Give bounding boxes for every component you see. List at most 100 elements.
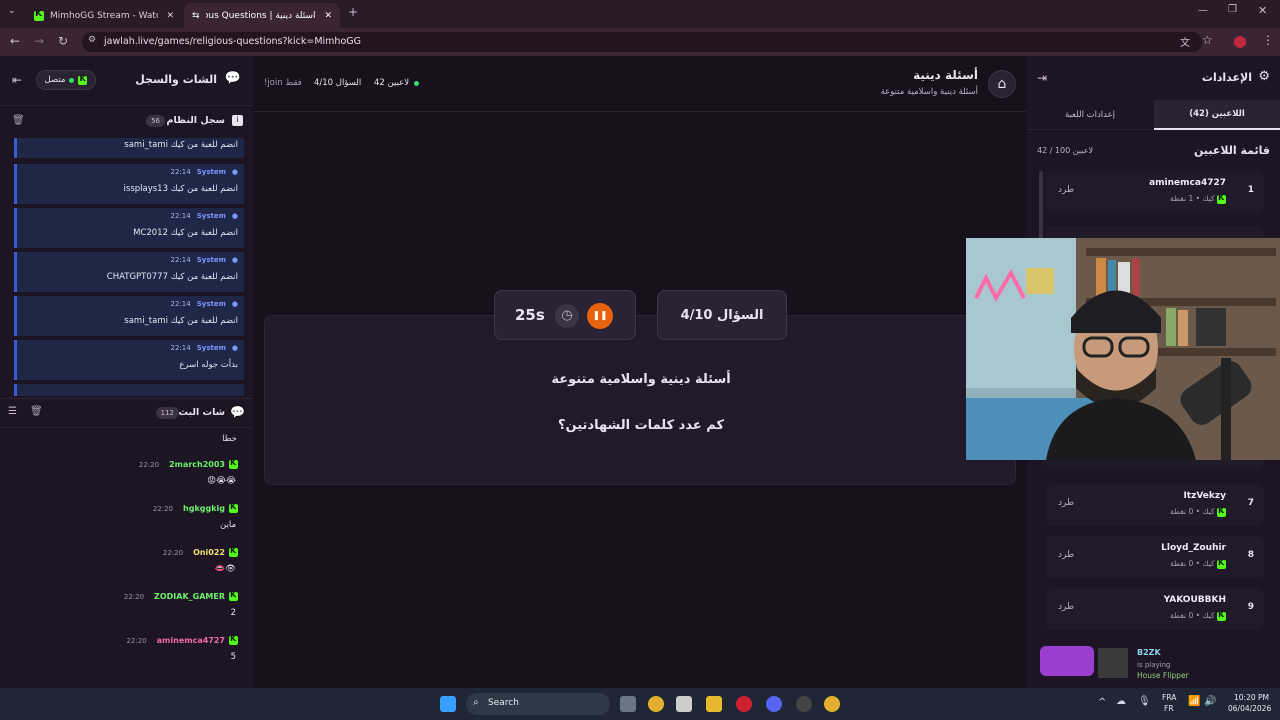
new-tab-icon[interactable]: +	[348, 5, 358, 19]
app-icon[interactable]	[796, 696, 812, 712]
app-icon[interactable]	[676, 696, 692, 712]
taskbar: ⌕ Search ^ ☁ 🎙 FRA FR 📶 🔊 10:20 PM 06/04…	[0, 688, 1280, 720]
tab-close-icon[interactable]: ✕	[166, 11, 174, 21]
player-meta: كيك • 0 نقطة	[1170, 506, 1226, 517]
forward-icon[interactable]: →	[34, 34, 44, 48]
close-window-icon[interactable]: ✕	[1258, 4, 1267, 17]
tab-close-icon[interactable]: ✕	[324, 11, 332, 21]
join-note: !join فقط	[264, 78, 302, 88]
log-user: System	[196, 256, 226, 264]
lang-layout: FR	[1164, 704, 1174, 713]
restore-icon[interactable]: ❐	[1228, 4, 1237, 15]
chat-user[interactable]: ZODIAK_GAMER	[154, 592, 225, 601]
menu-icon[interactable]: ⋮	[1262, 33, 1274, 47]
tab-players[interactable]: اللاعبين (42)	[1154, 100, 1280, 130]
profile-avatar[interactable]	[1234, 36, 1246, 48]
opera-icon[interactable]	[736, 696, 752, 712]
align-icon[interactable]: ☰	[8, 406, 17, 417]
chat-bubble-icon: 💬	[224, 71, 241, 86]
chat-message: 22:20 2march2003 😡😭😭	[0, 458, 244, 500]
question-card: أسئلة دينية واسلامية متنوعة كم عدد كلمات…	[264, 315, 1016, 485]
system-log-title: سجل النظام	[166, 115, 225, 126]
discord-icon[interactable]	[766, 696, 782, 712]
page-title: أسئلة دينية	[913, 68, 978, 82]
chat-user[interactable]: Oni022	[193, 548, 225, 557]
reload-icon[interactable]: ↻	[58, 34, 68, 48]
chat-bubble-icon: 💬	[230, 405, 245, 419]
system-icon: ●	[231, 168, 238, 176]
chrome-icon[interactable]	[824, 696, 840, 712]
tab-list-icon[interactable]: ⌄	[8, 6, 16, 16]
back-icon[interactable]: ←	[10, 34, 20, 48]
url-field[interactable]: ⚙ jawlah.live/games/religious-questions?…	[82, 32, 1202, 52]
chat-time: 22:20	[152, 504, 174, 513]
notification-name: B2ZK	[1137, 648, 1161, 657]
log-message: issplays13 انضم للعبة من كيك	[123, 184, 238, 194]
translate-icon[interactable]: 文	[1180, 34, 1190, 49]
kick-icon	[229, 590, 238, 601]
player-rank: 9	[1247, 602, 1254, 612]
stream-chat-header: ☰ 🗑 112 شات البث 💬	[0, 398, 253, 428]
purple-action-button[interactable]	[1040, 646, 1094, 676]
mic-icon[interactable]: 🎙	[1138, 696, 1151, 707]
system-icon: ●	[231, 300, 238, 308]
kick-player-button[interactable]: طرد	[1058, 602, 1074, 612]
volume-icon[interactable]: 🔊	[1204, 696, 1216, 707]
player-row: 1 aminemca4727 كيك • 1 نقطة طرد	[1046, 171, 1264, 213]
kick-player-button[interactable]: طرد	[1058, 550, 1074, 560]
tab-quiz[interactable]: ⇆ أسئلة دينية | Religious Questions ✕	[184, 3, 340, 28]
tray-overflow-icon[interactable]: ^	[1098, 697, 1106, 708]
chat-user[interactable]: aminemca4727	[157, 636, 225, 645]
search-label: Search	[488, 698, 519, 708]
taskbar-search[interactable]: ⌕ Search	[466, 693, 610, 715]
home-button[interactable]: ⌂	[988, 70, 1016, 98]
log-message: CHATGPT0777 انضم للعبة من كيك	[106, 272, 238, 282]
network-tray-icon[interactable]: ☁	[1116, 696, 1126, 707]
status-label: متصل	[44, 75, 66, 85]
log-item: 22:14 System ● sami_tami انضم للعبة من كيك	[14, 296, 244, 336]
bookmark-star-icon[interactable]: ☆	[1202, 33, 1213, 47]
clock-date: 06/04/2026	[1228, 704, 1272, 713]
clock-time[interactable]: 10:20 PM	[1234, 693, 1269, 702]
kick-icon	[1217, 506, 1226, 517]
task-view-icon[interactable]	[620, 696, 636, 712]
tab-game-settings[interactable]: إعدادات اللعبة	[1027, 100, 1153, 130]
lang-code[interactable]: FRA	[1162, 693, 1176, 702]
player-meta: كيك • 1 نقطة	[1170, 193, 1226, 204]
notification-line2: House Flipper	[1137, 671, 1189, 680]
home-icon: ⌂	[997, 76, 1007, 92]
page-subtitle: أسئلة دينية واسلامية متنوعة	[880, 87, 978, 97]
site-info-icon[interactable]: ⚙	[88, 35, 96, 45]
kick-player-button[interactable]: طرد	[1058, 498, 1074, 508]
pause-button[interactable]: ❚❚	[587, 303, 613, 329]
address-bar-row: ← → ↻ ⚙ jawlah.live/games/religious-ques…	[0, 28, 1280, 56]
wifi-icon[interactable]: 📶	[1188, 696, 1200, 707]
minimize-icon[interactable]: —	[1198, 5, 1208, 16]
player-row: 7 ItzVekzy كيك • 0 نقطة طرد	[1046, 484, 1264, 526]
log-message: بدأت جوله اسرع	[179, 360, 238, 370]
file-explorer-icon[interactable]	[706, 696, 722, 712]
clear-chat-icon[interactable]: 🗑	[30, 406, 43, 417]
collapse-panel-icon[interactable]: ⇤	[12, 73, 22, 87]
start-icon[interactable]	[440, 696, 456, 712]
page: ⇤ متصل الشات والسجل 💬 🗑 56 سجل النظام i …	[0, 56, 1280, 688]
tab-stream[interactable]: MimhoGG Stream - Watch Live ✕	[26, 3, 182, 28]
player-meta-text: كيك • 0 نقطة	[1170, 611, 1215, 620]
log-message: sami_tami انضم للعبة من كيك	[124, 140, 238, 150]
log-item: 22:14 System ● بدأت جوله اسرع	[14, 340, 244, 380]
kick-player-button[interactable]: طرد	[1058, 185, 1074, 195]
log-message: sami_tami انضم للعبة من كيك	[124, 316, 238, 326]
settings-tabs: اللاعبين (42) إعدادات اللعبة	[1027, 100, 1280, 130]
stream-chat-list[interactable]: خطا 22:20 2march2003 😡😭😭 22:20 hgkggkig ما…	[0, 430, 253, 684]
chrome-icon[interactable]	[648, 696, 664, 712]
system-icon: ●	[231, 344, 238, 352]
kick-icon	[229, 502, 238, 513]
tab-stream-title: MimhoGG Stream - Watch Live	[50, 10, 158, 21]
chat-time: 22:20	[162, 548, 184, 557]
system-log-list[interactable]: sami_tami انضم للعبة من كيك 22:14 System ●…	[0, 138, 253, 396]
collapse-panel-icon[interactable]: ⇥	[1037, 71, 1047, 85]
chat-user[interactable]: 2march2003	[169, 460, 225, 469]
chat-user[interactable]: hgkggkig	[183, 504, 225, 513]
clear-log-icon[interactable]: 🗑	[12, 115, 25, 126]
settings-title: الإعدادات	[1201, 71, 1252, 84]
